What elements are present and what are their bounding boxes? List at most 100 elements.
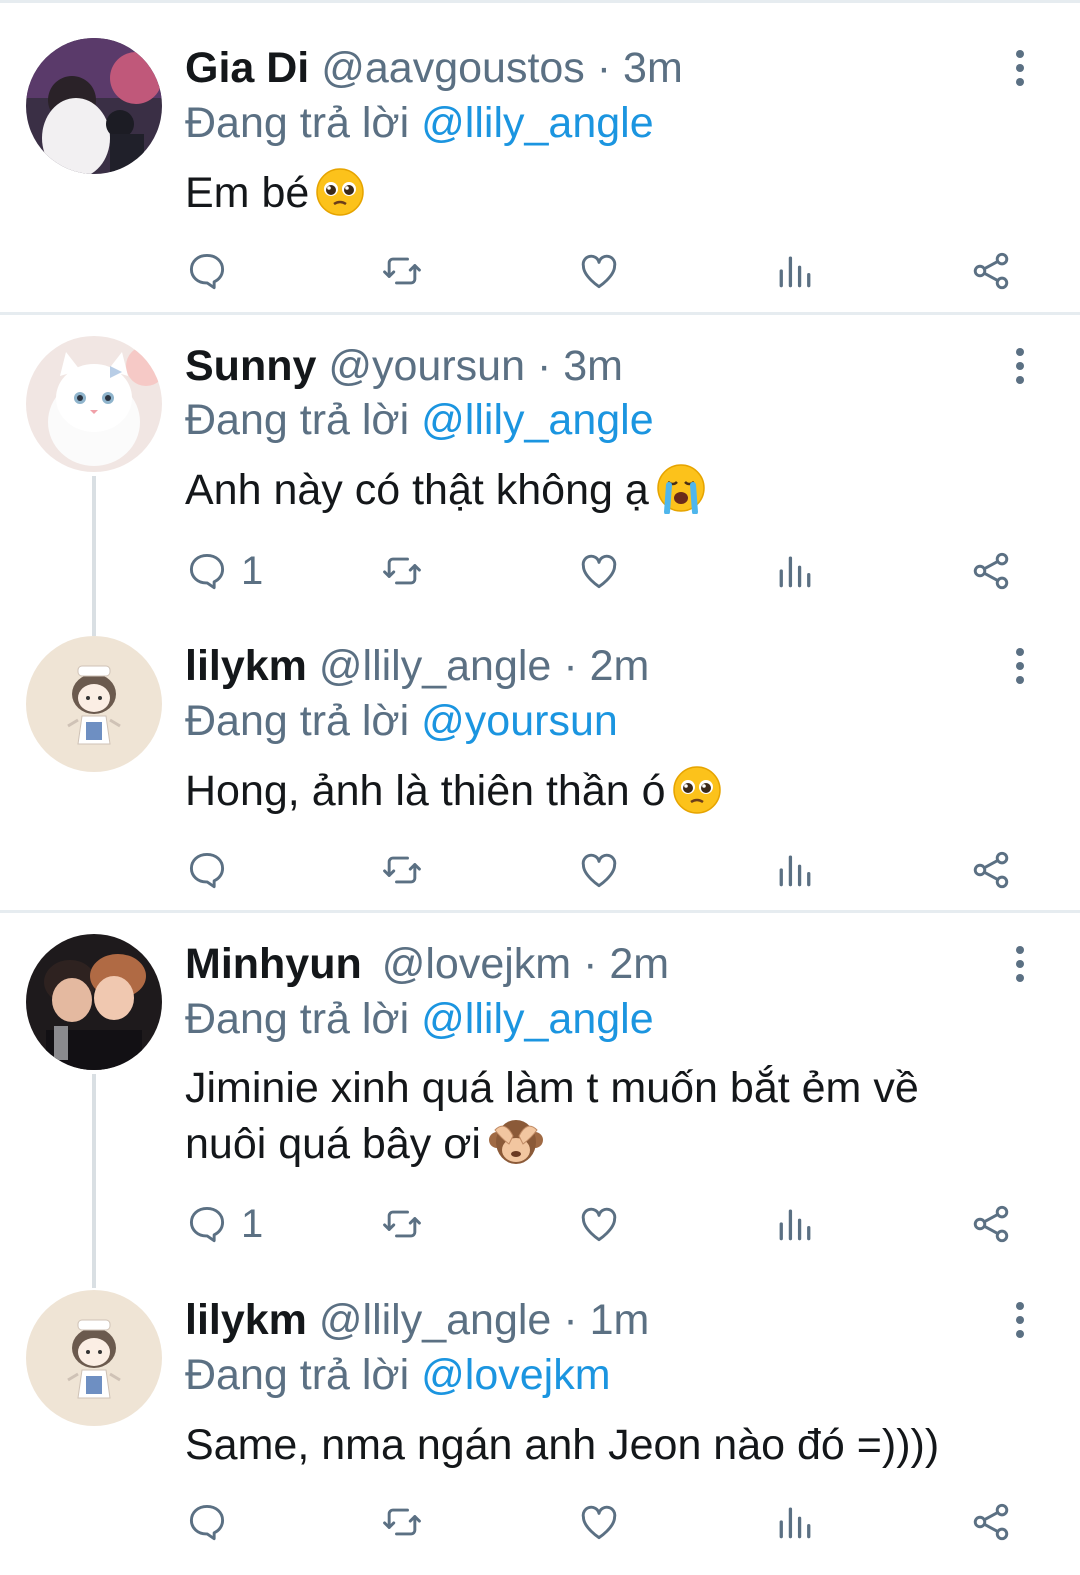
avatar[interactable] [26,636,162,772]
share-button[interactable] [969,1202,1013,1246]
replying-to: Đang trả lời @llily_angle [185,97,654,149]
tweet[interactable]: Sunny @yoursun · 3m Đang trả lời @llily_… [0,316,1080,612]
tweet-text-content: Anh này có thật không ạ [185,466,649,514]
reply-button[interactable] [185,1500,241,1544]
retweet-icon [383,1508,421,1536]
avatar[interactable] [26,38,162,174]
tweet-divider [0,910,1080,913]
replying-to: Đang trả lời @lovejkm [185,1349,611,1401]
tweet-text-content: Same, nma ngán anh Jeon nào đó =)))) [185,1421,940,1469]
tweet-header: Gia Di @aavgoustos · 3m [185,42,683,94]
replying-to-label: Đang trả lời [185,1351,410,1399]
replying-to: Đang trả lời @llily_angle [185,394,654,446]
display-name[interactable]: Minhyun [185,940,362,988]
tweet[interactable]: Minhyun @lovejkm · 2m Đang trả lời @llil… [0,914,1080,1264]
tweet-text: Em bé [185,165,1045,231]
tweet-header: Sunny @yoursun · 3m [185,340,623,392]
timestamp[interactable]: 3m [563,342,623,390]
display-name[interactable]: lilykm [185,642,307,690]
user-handle[interactable]: @yoursun [328,342,525,390]
retweet-icon [383,557,421,585]
replying-to-label: Đang trả lời [185,396,410,444]
like-icon [581,1505,617,1540]
user-handle[interactable]: @aavgoustos [321,44,585,92]
avatar-image [26,38,162,174]
retweet-icon [383,856,421,884]
tweet-actions [185,249,1025,293]
avatar-image [26,1290,162,1426]
avatar[interactable] [26,934,162,1070]
share-button[interactable] [969,1500,1013,1544]
avatar[interactable] [26,1290,162,1426]
reply-button[interactable] [185,249,241,293]
user-handle[interactable]: @lovejkm [382,940,571,988]
display-name[interactable]: lilykm [185,1296,307,1344]
analytics-button[interactable] [773,848,817,892]
reply-button[interactable] [185,848,241,892]
user-handle[interactable]: @llily_angle [319,1296,552,1344]
avatar[interactable] [26,336,162,472]
analytics-button[interactable] [773,1202,817,1246]
display-name[interactable]: Gia Di [185,44,309,92]
like-button[interactable] [577,848,621,892]
share-icon [973,552,1009,590]
tweet[interactable]: lilykm @llily_angle · 2m Đang trả lời @y… [0,616,1080,910]
tweet-actions [185,848,1025,892]
tweet-text: Same, nma ngán anh Jeon nào đó =)))) [185,1417,1045,1473]
more-icon[interactable] [1008,946,1032,986]
analytics-button[interactable] [773,549,817,593]
user-handle[interactable]: @llily_angle [319,642,552,690]
retweet-button[interactable] [380,249,424,293]
replying-to-label: Đang trả lời [185,995,410,1043]
like-icon [581,554,617,589]
mention-link[interactable]: @yoursun [421,697,618,745]
tweet-text-content: Em bé [185,169,310,217]
loudly-crying-face-emoji [655,462,707,528]
timestamp[interactable]: 2m [590,642,650,690]
more-icon[interactable] [1008,348,1032,388]
like-button[interactable] [577,549,621,593]
share-button[interactable] [969,549,1013,593]
replying-to: Đang trả lời @llily_angle [185,993,654,1045]
mention-link[interactable]: @llily_angle [421,396,654,444]
pleading-face-emoji [672,765,722,829]
like-button[interactable] [577,249,621,293]
more-icon[interactable] [1008,1302,1032,1342]
more-icon[interactable] [1008,50,1032,90]
analytics-button[interactable] [773,1500,817,1544]
retweet-button[interactable] [380,1202,424,1246]
tweet[interactable]: Gia Di @aavgoustos · 3m Đang trả lời @ll… [0,0,1080,314]
retweet-button[interactable] [380,848,424,892]
analytics-button[interactable] [773,249,817,293]
reply-button[interactable]: 1 [185,549,263,593]
reply-icon [189,1206,225,1243]
share-button[interactable] [969,249,1013,293]
share-button[interactable] [969,848,1013,892]
like-icon [581,1207,617,1242]
tweet[interactable]: lilykm @llily_angle · 1m Đang trả lời @l… [0,1270,1080,1575]
separator-dot: · [563,1296,578,1344]
display-name[interactable]: Sunny [185,342,316,390]
timestamp[interactable]: 2m [609,940,669,988]
tweet-text-line: Jiminie xinh quá làm t muốn bắt ẻm về [185,1064,919,1112]
like-button[interactable] [577,1202,621,1246]
reply-count: 1 [241,1202,264,1246]
reply-button[interactable]: 1 [185,1202,263,1246]
like-icon [581,853,617,888]
retweet-button[interactable] [380,1500,424,1544]
more-icon[interactable] [1008,648,1032,688]
separator-dot: · [563,642,578,690]
tweet-text-line-wrap: nuôi quá bây ơi [185,1116,1045,1182]
retweet-button[interactable] [380,549,424,593]
tweet-text: Jiminie xinh quá làm t muốn bắt ẻm về nu… [185,1060,1045,1182]
timestamp[interactable]: 3m [623,44,683,92]
mention-link[interactable]: @lovejkm [421,1351,610,1399]
mention-link[interactable]: @llily_angle [421,995,654,1043]
analytics-icon [779,256,811,288]
mention-link[interactable]: @llily_angle [421,99,654,147]
avatar-image [26,636,162,772]
like-button[interactable] [577,1500,621,1544]
analytics-icon [779,855,811,887]
reply-count: 1 [241,549,264,593]
timestamp[interactable]: 1m [590,1296,650,1344]
